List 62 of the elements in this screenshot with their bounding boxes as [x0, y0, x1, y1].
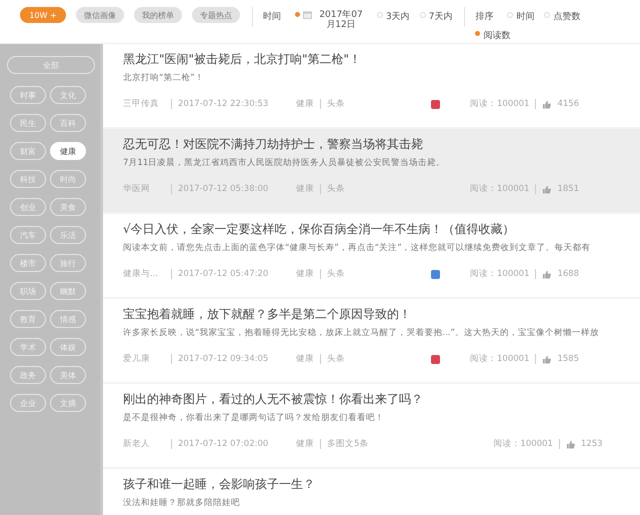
article-summary: 7月11日凌晨，黑龙江省鸡西市人民医院劫持医务人员暴徒被公安民警当场击毙。 [123, 157, 446, 169]
like-count: 1851 [557, 184, 580, 194]
top-tab[interactable]: 我的榜单 [134, 7, 182, 23]
radio-option[interactable]: 2017年07月12日 [295, 10, 367, 30]
article-time: 2017-07-12 22:30:53 [178, 99, 270, 109]
article-title[interactable]: 黑龙江"医闹"被击毙后，北京打响"第二枪"！ [123, 50, 640, 68]
article-row[interactable]: 忍无可忍！对医院不满持刀劫持护士，警察当场将其击毙 7月11日凌晨，黑龙江省鸡西市人民医院劫持医务人员暴徒被公安民警当场击毙。 华医网 2017-07-12 05:38:00 健康 头条 阅读：100001 1851 [103, 129, 640, 214]
article-time: 2017-07-12 09:34:05 [178, 354, 270, 364]
article-category: 健康 [296, 183, 314, 195]
article-time: 2017-07-12 07:02:00 [178, 439, 270, 449]
read-count: 阅读：100001 [470, 183, 530, 195]
article-title[interactable]: 孩子和谁一起睡，会影响孩子一生？ [123, 475, 640, 493]
article-time: 2017-07-12 05:47:20 [178, 269, 270, 279]
like-count: 1253 [580, 439, 603, 449]
radio-option[interactable]: 7天内 [420, 10, 452, 23]
like-count: 1585 [557, 354, 580, 364]
like-count: 4156 [557, 99, 580, 109]
article-title[interactable]: √今日入伏，全家一定要这样吃，保你百病全消一年不生病！（值得收藏） [123, 220, 640, 238]
read-count: 阅读：100001 [470, 98, 530, 110]
article-title[interactable]: 刚出的神奇图片，看过的人无不被震惊！你看出来了吗？ [123, 390, 640, 408]
like-icon [542, 184, 552, 194]
article-source: 健康与... [123, 268, 160, 280]
article-summary: 北京打响“第二枪”！ [123, 72, 205, 84]
article-source: 华医网 [123, 183, 151, 195]
article-category: 健康 [296, 98, 314, 110]
article-summary: 阅读本文前，请您先点击上面的蓝色字体“健康与长寿”，再点击“关注”，这样您就可以继续免费收到文章了。每天都有 [123, 242, 592, 254]
read-count: 阅读：100001 [470, 353, 530, 365]
radio-option[interactable]: 阅读数 [475, 29, 510, 42]
read-count: 阅读：100001 [493, 438, 553, 450]
article-source: 三甲传真 [123, 98, 160, 110]
like-icon [542, 100, 552, 108]
article-category: 健康 [296, 268, 314, 280]
radio-option[interactable]: 3天内 [377, 10, 410, 23]
article-title[interactable]: 忍无可忍！对医院不满持刀劫持护士，警察当场将其击毙 [123, 135, 640, 153]
article-summary: 没法和娃睡？那就多陪陪娃吧 [123, 497, 241, 509]
article-time: 2017-07-12 05:38:00 [178, 184, 270, 194]
top-tab[interactable]: 专题热点 [192, 7, 240, 23]
filter-label: 时间 [263, 10, 281, 23]
article-position: 头条 [327, 268, 345, 280]
like-icon [566, 440, 575, 448]
calendar-icon [303, 11, 312, 19]
filter-label: 排序 [475, 10, 494, 23]
article-category: 健康 [296, 438, 314, 450]
top-tab[interactable]: 微信画像 [76, 7, 124, 23]
article-category: 健康 [296, 353, 314, 365]
article-position: 头条 [327, 353, 345, 365]
article-source: 新老人 [123, 438, 151, 450]
article-summary: 是不是很神奇，你看出来了是哪两句话了吗？发给朋友们看看吧！ [123, 412, 385, 424]
like-icon [542, 270, 552, 278]
article-source: 爱儿康 [123, 353, 151, 365]
radio-option[interactable]: 时间 [507, 10, 534, 23]
like-icon [542, 354, 552, 364]
article-position: 头条 [327, 98, 345, 110]
article-summary: 许多家长反映，说“我家宝宝，抱着睡得无比安稳，放床上就立马醒了，哭着要抱...”。这大热天的，宝宝像个树懒一样放 [123, 327, 600, 339]
radio-option[interactable]: 点赞数 [544, 10, 580, 23]
article-position: 多图文5条 [327, 438, 368, 450]
article-title[interactable]: 宝宝抱着就睡，放下就醒？多半是第二个原因导致的！ [123, 305, 640, 323]
article-position: 头条 [327, 183, 345, 195]
category-pill[interactable]: 健康 [50, 142, 86, 160]
read-count: 阅读：100001 [470, 268, 530, 280]
top-tab[interactable]: 10W + [20, 7, 66, 23]
like-count: 1688 [557, 269, 580, 279]
